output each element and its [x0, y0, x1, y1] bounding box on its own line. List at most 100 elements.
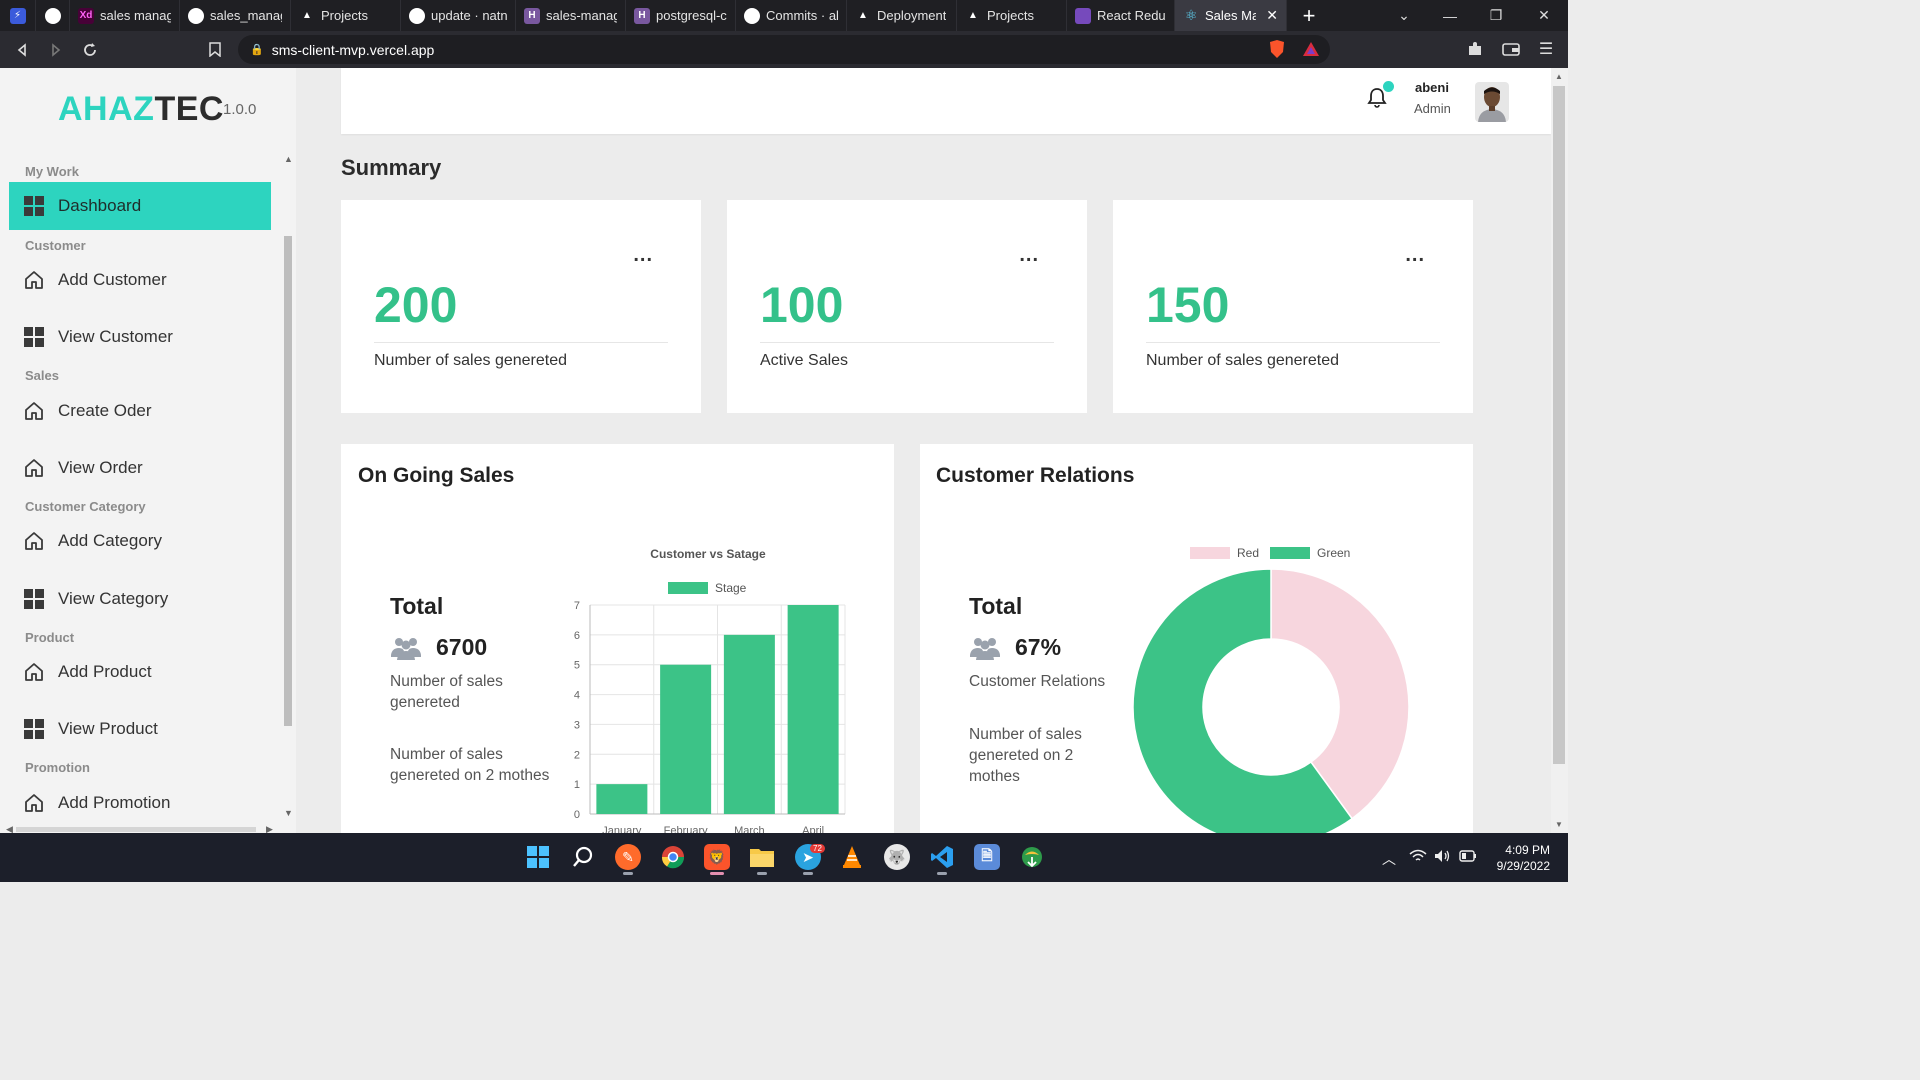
page-scroll-down[interactable]: ▼	[1555, 820, 1563, 829]
tab-label: Projects	[321, 8, 368, 23]
running-indicator	[757, 872, 767, 875]
bookmark-button[interactable]	[198, 31, 232, 68]
close-window-button[interactable]: ✕	[1521, 0, 1567, 31]
github-icon	[744, 7, 760, 24]
new-tab-button[interactable]: +	[1287, 3, 1331, 29]
tab-label: sales manage	[100, 8, 171, 23]
taskbar-app-notes[interactable]: 🗎	[974, 844, 1000, 870]
back-button[interactable]	[5, 31, 39, 68]
brave-lion-icon	[1270, 40, 1284, 58]
tab-list-button[interactable]: ⌄	[1381, 0, 1427, 31]
browser-tab[interactable]: Commits · ab	[736, 0, 847, 31]
wallet-button[interactable]	[1500, 38, 1522, 60]
sidebar-item[interactable]: View Order	[9, 444, 271, 492]
start-button[interactable]	[525, 844, 551, 870]
taskbar-app-idm[interactable]	[1019, 844, 1045, 870]
browser-tab[interactable]: ▲ Deployment	[847, 0, 957, 31]
hamburger-icon: ☰	[1538, 41, 1554, 58]
app-logo[interactable]: AHAZTEC	[58, 90, 224, 129]
sidebar-scroll-left[interactable]: ◀	[6, 824, 13, 833]
legend-swatch	[668, 582, 708, 594]
browser-tab[interactable]: ⚛ Sales Mar ✕	[1175, 0, 1287, 31]
bar	[723, 634, 775, 814]
wifi-icon[interactable]	[1409, 849, 1427, 866]
browser-tab[interactable]: Hpostgresql-cu	[626, 0, 736, 31]
brave-shields-button[interactable]	[1266, 38, 1288, 60]
menu-button[interactable]: ☰	[1535, 38, 1557, 60]
chrome-icon	[661, 846, 685, 869]
sidebar-item[interactable]: Add Customer	[9, 256, 271, 304]
browser-tab[interactable]: update · natn	[401, 0, 516, 31]
stat-value: 100	[760, 277, 844, 333]
y-tick-label: 3	[574, 719, 580, 731]
browser-tab[interactable]: Xd sales manage	[70, 0, 180, 31]
volume-icon[interactable]	[1434, 849, 1450, 866]
system-clock[interactable]: 4:09 PM 9/29/2022	[1488, 842, 1550, 874]
app-icon: ⚡	[9, 7, 26, 24]
browser-tab[interactable]: Hsales-manage	[516, 0, 626, 31]
card-menu-button[interactable]: ...	[633, 244, 653, 267]
sidebar-item[interactable]: Add Category	[9, 517, 271, 565]
taskbar-app-postman[interactable]: ✎	[615, 844, 641, 870]
home-icon	[24, 270, 44, 290]
grid-icon	[24, 719, 44, 739]
card-menu-button[interactable]: ...	[1405, 244, 1425, 267]
github-icon	[188, 7, 204, 24]
sidebar-item[interactable]: Dashboard	[9, 182, 271, 230]
card-menu-button[interactable]: ...	[1019, 244, 1039, 267]
browser-tab[interactable]: ▲ Projects	[957, 0, 1067, 31]
brave-icon: 🦁	[708, 848, 726, 865]
x-tick-label: April	[802, 825, 824, 833]
sidebar-item[interactable]: View Product	[9, 705, 271, 753]
desc-primary: Number of sales genereted	[390, 673, 503, 711]
restore-button[interactable]: ❐	[1473, 0, 1519, 31]
address-bar[interactable]: 🔒 sms-client-mvp.vercel.app	[238, 35, 1330, 64]
avatar[interactable]	[1475, 82, 1509, 122]
browser-tab[interactable]: ▲ Projects	[291, 0, 401, 31]
page-scrollbar-thumb[interactable]	[1553, 86, 1565, 764]
tab-search-button[interactable]: ⚡	[0, 0, 36, 31]
sidebar-item-label: View Product	[58, 719, 158, 738]
page-scroll-up[interactable]: ▲	[1555, 72, 1563, 81]
taskbar-app-explorer[interactable]	[749, 844, 775, 870]
home-icon	[24, 662, 44, 682]
sidebar-item[interactable]: View Customer	[9, 313, 271, 361]
sidebar-item-label: View Category	[58, 589, 169, 608]
sidebar-item[interactable]: Add Product	[9, 648, 271, 696]
x-tick-label: March	[734, 825, 765, 833]
minimize-button[interactable]: —	[1427, 0, 1473, 31]
browser-tab[interactable]: sales_manage	[180, 0, 291, 31]
divider	[1146, 342, 1440, 343]
sidebar-hscroll-thumb[interactable]	[16, 827, 256, 832]
taskbar-app-vlc[interactable]	[839, 844, 865, 870]
sidebar-item[interactable]: Add Promotion	[9, 779, 271, 827]
battery-icon[interactable]	[1459, 849, 1477, 865]
pinned-tab-github[interactable]	[36, 0, 70, 31]
browser-tab[interactable]: React Redux	[1067, 0, 1175, 31]
tray-overflow-chevron-icon[interactable]: ︿	[1382, 849, 1396, 869]
app-version: 1.0.0	[223, 101, 257, 118]
sidebar-item-label: Add Product	[58, 662, 152, 681]
sidebar-scrollbar-thumb[interactable]	[284, 236, 292, 726]
home-icon	[24, 458, 44, 478]
notes-icon: 🗎	[981, 847, 993, 863]
taskbar-app-brave[interactable]: 🦁	[704, 844, 730, 870]
desc-primary: Customer Relations	[969, 673, 1106, 690]
search-button[interactable]	[570, 844, 596, 870]
sidebar-scroll-up[interactable]: ▲	[284, 154, 293, 164]
taskbar-app-chrome[interactable]	[660, 844, 686, 870]
reload-button[interactable]	[73, 31, 107, 68]
stat-value: 150	[1146, 277, 1230, 333]
sidebar-scroll-down[interactable]: ▼	[284, 808, 293, 818]
close-tab-icon[interactable]: ✕	[1266, 7, 1278, 24]
brave-rewards-button[interactable]	[1300, 38, 1322, 60]
taskbar-app-gimp[interactable]: 🐺	[884, 844, 910, 870]
extensions-button[interactable]	[1464, 38, 1486, 60]
taskbar-app-vscode[interactable]	[929, 844, 955, 870]
sidebar-item[interactable]: Create Oder	[9, 387, 271, 435]
sidebar-item[interactable]: View Category	[9, 575, 271, 623]
logo-part-2: TEC	[154, 90, 224, 128]
sidebar-scroll-right[interactable]: ▶	[266, 824, 273, 833]
forward-button[interactable]	[39, 31, 73, 68]
stat-value: 200	[374, 277, 458, 333]
